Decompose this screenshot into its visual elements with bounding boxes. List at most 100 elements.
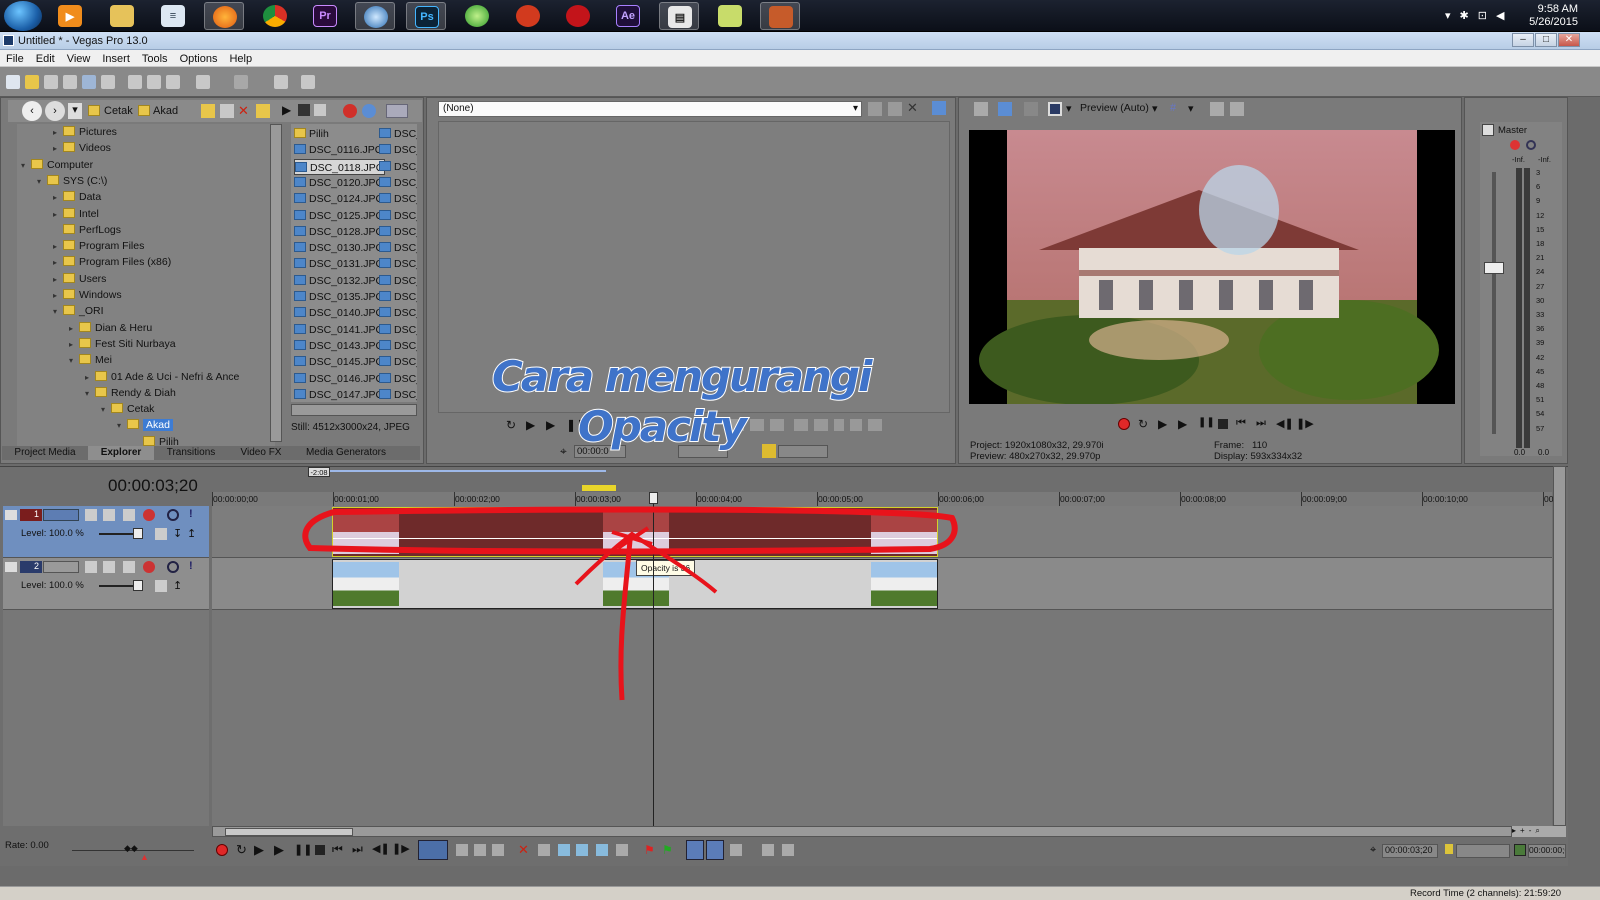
file-item[interactable]: DSC_: [379, 142, 417, 158]
file-item[interactable]: DSC_: [379, 240, 417, 256]
menu-insert[interactable]: Insert: [96, 50, 136, 65]
file-item[interactable]: DSC_: [379, 371, 417, 387]
selection-tool-icon[interactable]: [474, 844, 486, 856]
track-up-icon[interactable]: ↥: [173, 579, 182, 592]
auto-preview-icon[interactable]: [314, 104, 326, 116]
menu-options[interactable]: Options: [174, 50, 224, 65]
stop-preview-icon[interactable]: [298, 104, 310, 116]
menu-view[interactable]: View: [61, 50, 97, 65]
play-from-start-icon[interactable]: ▶: [254, 842, 264, 858]
tree-item[interactable]: ▾ _ORI: [53, 303, 104, 319]
file-item[interactable]: DSC_: [379, 208, 417, 224]
media-player-icon[interactable]: ▶: [50, 2, 90, 30]
cursor-position-field[interactable]: 00:00:03;20: [1382, 844, 1438, 858]
tab-media-generators[interactable]: Media Generators: [294, 446, 398, 460]
play-preview-icon[interactable]: ▶: [282, 103, 291, 117]
tree-item[interactable]: ▸ Program Files (x86): [53, 254, 171, 270]
tree-expand-icon[interactable]: ▾: [53, 304, 63, 320]
level-slider[interactable]: [99, 533, 135, 535]
menu-help[interactable]: Help: [223, 50, 258, 65]
split-icon[interactable]: [596, 844, 608, 856]
record-icon[interactable]: [343, 104, 357, 118]
loop-icon[interactable]: ↻: [1138, 417, 1148, 431]
up-folder-icon[interactable]: [201, 104, 215, 118]
master-fader-track[interactable]: [1492, 172, 1496, 434]
trim-end-icon[interactable]: [576, 844, 588, 856]
tree-item[interactable]: ▸ Program Files: [53, 238, 144, 254]
breadcrumb-cetak[interactable]: Cetak: [104, 105, 133, 117]
close-button[interactable]: ✕: [1558, 33, 1580, 47]
tree-item[interactable]: ▸ Users: [53, 271, 106, 287]
playhead-line[interactable]: [653, 492, 654, 826]
history-dropdown-icon[interactable]: ▾: [68, 103, 82, 119]
premiere-pro-icon[interactable]: Pr: [305, 2, 345, 30]
file-item[interactable]: DSC_0143.JPG: [294, 338, 384, 354]
track-header-2[interactable]: 2 ! Level: 100.0 % ↥: [3, 558, 209, 610]
tree-item[interactable]: ▸ Intel: [53, 206, 99, 222]
save-as-icon[interactable]: [63, 75, 77, 89]
go-to-end-icon[interactable]: ⏭: [352, 842, 363, 857]
auto-ripple-icon[interactable]: [686, 840, 704, 860]
level-slider-handle[interactable]: [133, 528, 143, 539]
parent-composite-icon[interactable]: [103, 561, 115, 573]
delete-icon[interactable]: ✕: [238, 103, 249, 119]
copy-icon[interactable]: [147, 75, 161, 89]
file-item[interactable]: DSC_0146.JPG: [294, 371, 384, 387]
file-item[interactable]: DSC_: [379, 354, 417, 370]
help-pointer-icon[interactable]: [301, 75, 315, 89]
lock-envelopes-icon[interactable]: [706, 840, 724, 860]
file-item[interactable]: DSC_: [379, 273, 417, 289]
marker-icon[interactable]: [834, 419, 844, 431]
trimmer-media-dropdown[interactable]: (None) ▾: [438, 101, 862, 117]
tree-expand-icon[interactable]: ▸: [53, 207, 63, 223]
file-item[interactable]: DSC_0131.JPG: [294, 256, 384, 272]
tree-item[interactable]: ▸ Fest Siti Nurbaya: [69, 336, 176, 352]
tree-item[interactable]: ▾ SYS (C:\): [37, 173, 107, 189]
properties-icon[interactable]: [101, 75, 115, 89]
file-item[interactable]: DSC_: [379, 159, 417, 175]
film-strip-icon[interactable]: ▤: [659, 2, 699, 30]
fx-icon[interactable]: [1024, 102, 1038, 116]
video-preview[interactable]: [969, 130, 1455, 405]
trimmer-close-icon[interactable]: ✕: [907, 100, 918, 116]
playhead-handle[interactable]: [649, 492, 658, 504]
tree-expand-icon[interactable]: ▸: [85, 370, 95, 386]
tree-item[interactable]: ▸ 01 Ade & Uci - Nefri & Ance: [85, 369, 239, 385]
file-item[interactable]: DSC_: [379, 126, 417, 142]
next-frame-icon[interactable]: ❚▶: [392, 842, 410, 855]
timeline-ruler[interactable]: 00:00:00;00 00:00:01;00 00:00:02;00 00:00:0…: [212, 492, 1553, 506]
master-fx-icon[interactable]: [1510, 140, 1520, 150]
track-name-field[interactable]: [43, 509, 79, 521]
opacity-envelope-line[interactable]: [333, 538, 937, 539]
record-button[interactable]: [216, 844, 228, 856]
redo-icon[interactable]: [234, 75, 248, 89]
parent-composite-icon[interactable]: [103, 509, 115, 521]
trim-start-icon[interactable]: [558, 844, 570, 856]
tree-expand-icon[interactable]: ▾: [85, 386, 95, 402]
tree-expand-icon[interactable]: ▸: [53, 190, 63, 206]
insert-region-icon[interactable]: ⚑: [662, 843, 673, 857]
file-item[interactable]: DSC_: [379, 191, 417, 207]
track-fx-icon[interactable]: [143, 509, 155, 521]
track-fx-icon[interactable]: [143, 561, 155, 573]
cut-icon[interactable]: [128, 75, 142, 89]
compositing-mode-icon[interactable]: [123, 561, 135, 573]
tree-expand-icon[interactable]: ▸: [53, 272, 63, 288]
tab-video-fx[interactable]: Video FX: [228, 446, 294, 460]
refresh-icon[interactable]: [220, 104, 234, 118]
file-item[interactable]: DSC_0118.JPG: [294, 158, 385, 175]
file-item[interactable]: DSC_0135.JPG: [294, 289, 384, 305]
file-item[interactable]: DSC_0124.JPG: [294, 191, 384, 207]
system-clock[interactable]: 9:58 AM 5/26/2015: [1529, 3, 1578, 29]
snapping-icon[interactable]: [782, 844, 794, 856]
go-to-start-icon[interactable]: ⏮: [1236, 417, 1246, 430]
overwrite-icon[interactable]: [814, 419, 828, 431]
tree-item[interactable]: ▸ Dian & Heru: [69, 320, 152, 336]
forward-button[interactable]: ›: [45, 101, 65, 121]
previous-frame-icon[interactable]: ◀❚: [1276, 417, 1294, 430]
master-fader-handle[interactable]: [1484, 262, 1504, 274]
file-item[interactable]: DSC_0130.JPG: [294, 240, 384, 256]
back-button[interactable]: ‹: [22, 101, 42, 121]
tree-item[interactable]: ▸ Videos: [53, 140, 111, 156]
go-to-start-icon[interactable]: ⏮: [332, 842, 343, 857]
